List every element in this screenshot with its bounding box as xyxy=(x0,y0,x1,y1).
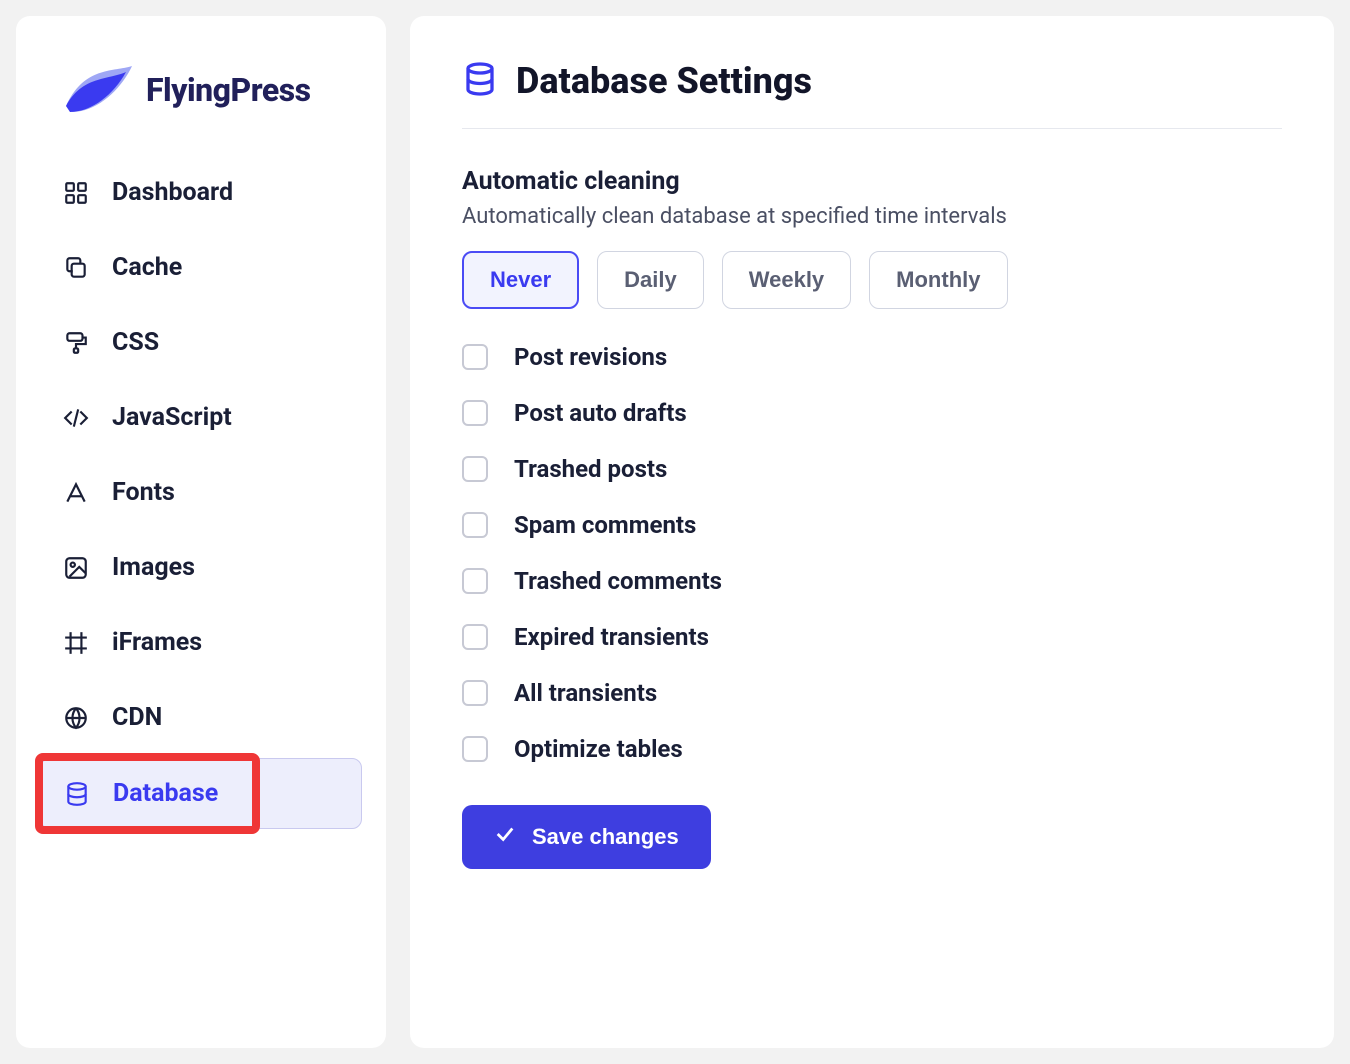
checkbox[interactable] xyxy=(462,624,488,650)
database-icon xyxy=(462,61,498,101)
interval-monthly[interactable]: Monthly xyxy=(869,251,1007,309)
font-icon xyxy=(62,479,90,507)
sidebar-item-javascript[interactable]: JavaScript xyxy=(40,383,362,452)
copy-icon xyxy=(62,254,90,282)
option-label: All transients xyxy=(514,679,657,707)
sidebar-item-label: Fonts xyxy=(112,478,175,507)
option-label: Expired transients xyxy=(514,623,709,651)
sidebar-item-images[interactable]: Images xyxy=(40,533,362,602)
sidebar-item-label: CSS xyxy=(112,328,159,357)
sidebar: FlyingPress Dashboard Cache CSS xyxy=(16,16,386,1048)
option-label: Spam comments xyxy=(514,511,696,539)
option-label: Post auto drafts xyxy=(514,399,687,427)
option-label: Post revisions xyxy=(514,343,667,371)
grid-icon xyxy=(62,179,90,207)
checkbox[interactable] xyxy=(462,736,488,762)
brand-logo: FlyingPress xyxy=(64,62,362,118)
option-expired-transients: Expired transients xyxy=(462,623,1282,651)
option-optimize-tables: Optimize tables xyxy=(462,735,1282,763)
sidebar-item-label: iFrames xyxy=(112,628,202,657)
interval-weekly[interactable]: Weekly xyxy=(722,251,851,309)
save-button[interactable]: Save changes xyxy=(462,805,711,869)
sidebar-item-dashboard[interactable]: Dashboard xyxy=(40,158,362,227)
option-label: Trashed posts xyxy=(514,455,667,483)
checkbox[interactable] xyxy=(462,512,488,538)
brand-name: FlyingPress xyxy=(146,71,311,109)
sidebar-item-cache[interactable]: Cache xyxy=(40,233,362,302)
option-spam-comments: Spam comments xyxy=(462,511,1282,539)
save-button-label: Save changes xyxy=(532,824,679,850)
sidebar-item-label: Images xyxy=(112,553,195,582)
option-label: Trashed comments xyxy=(514,567,722,595)
checkbox[interactable] xyxy=(462,456,488,482)
section-title: Automatic cleaning xyxy=(462,167,1282,196)
sidebar-item-cdn[interactable]: CDN xyxy=(40,683,362,752)
option-label: Optimize tables xyxy=(514,735,683,763)
section-description: Automatically clean database at specifie… xyxy=(462,204,1282,229)
option-trashed-posts: Trashed posts xyxy=(462,455,1282,483)
sidebar-item-label: Dashboard xyxy=(112,178,233,207)
checkbox[interactable] xyxy=(462,568,488,594)
page-header: Database Settings xyxy=(462,60,1282,129)
paint-icon xyxy=(62,329,90,357)
cleaning-interval-group: Never Daily Weekly Monthly xyxy=(462,251,1282,309)
main-panel: Database Settings Automatic cleaning Aut… xyxy=(410,16,1334,1048)
interval-daily[interactable]: Daily xyxy=(597,251,704,309)
sidebar-item-label: Cache xyxy=(112,253,182,282)
sidebar-item-iframes[interactable]: iFrames xyxy=(40,608,362,677)
globe-icon xyxy=(62,704,90,732)
code-icon xyxy=(62,404,90,432)
sidebar-item-label: CDN xyxy=(112,703,162,732)
check-icon xyxy=(494,823,516,851)
checkbox[interactable] xyxy=(462,680,488,706)
database-icon xyxy=(63,780,91,808)
checkbox[interactable] xyxy=(462,344,488,370)
option-trashed-comments: Trashed comments xyxy=(462,567,1282,595)
sidebar-item-css[interactable]: CSS xyxy=(40,308,362,377)
cleanup-options-list: Post revisions Post auto drafts Trashed … xyxy=(462,343,1282,763)
checkbox[interactable] xyxy=(462,400,488,426)
brand-mark-icon xyxy=(64,62,134,118)
sidebar-nav: Dashboard Cache CSS JavaScript xyxy=(40,158,362,829)
option-all-transients: All transients xyxy=(462,679,1282,707)
page-title: Database Settings xyxy=(516,60,812,102)
image-icon xyxy=(62,554,90,582)
sidebar-item-label: Database xyxy=(113,779,218,808)
sidebar-item-label: JavaScript xyxy=(112,403,232,432)
option-post-revisions: Post revisions xyxy=(462,343,1282,371)
interval-never[interactable]: Never xyxy=(462,251,579,309)
sidebar-item-database[interactable]: Database xyxy=(40,758,362,829)
sidebar-item-fonts[interactable]: Fonts xyxy=(40,458,362,527)
option-post-auto-drafts: Post auto drafts xyxy=(462,399,1282,427)
frame-icon xyxy=(62,629,90,657)
